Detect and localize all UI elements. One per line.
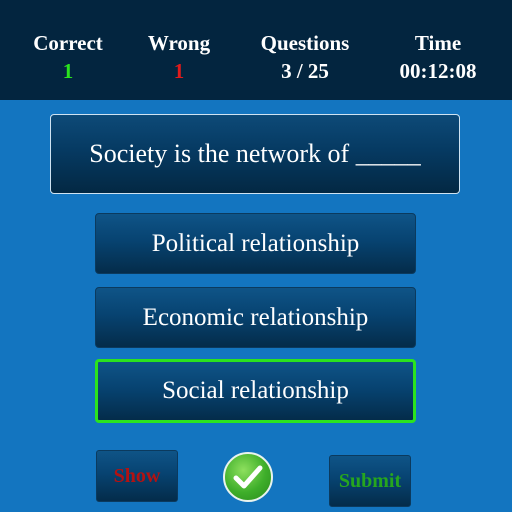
time-value: 00:12:08 (399, 59, 477, 83)
correct-count: 1 (62, 59, 74, 83)
show-answer-button[interactable]: Show (96, 450, 178, 502)
stat-wrong: Wrong 1 (119, 30, 239, 86)
option-social-selected[interactable]: Social relationship (95, 359, 416, 423)
wrong-label: Wrong (147, 31, 211, 55)
questions-label: Questions (260, 31, 350, 55)
submit-button-label: Submit (338, 469, 402, 492)
question-box: Society is the network of _____ (50, 114, 460, 194)
stat-time: Time 00:12:08 (378, 30, 498, 86)
wrong-count: 1 (173, 59, 185, 83)
correct-label: Correct (33, 31, 103, 55)
checkmark-glyph (233, 465, 263, 489)
questions-progress: 3 / 25 (281, 59, 329, 83)
option-label: Economic relationship (142, 303, 369, 331)
stat-questions: Questions 3 / 25 (245, 30, 365, 86)
stats-header: Correct 1 Wrong 1 Questions 3 / 25 Time … (0, 0, 512, 100)
show-button-label: Show (113, 464, 161, 487)
time-label: Time (414, 31, 462, 55)
option-label: Political relationship (151, 229, 360, 257)
checkmark-icon[interactable] (223, 452, 273, 502)
option-economic[interactable]: Economic relationship (95, 287, 416, 348)
option-political[interactable]: Political relationship (95, 213, 416, 274)
stat-correct: Correct 1 (8, 30, 128, 86)
option-label: Social relationship (162, 377, 349, 404)
question-text: Society is the network of _____ (89, 139, 421, 168)
submit-button[interactable]: Submit (329, 455, 411, 507)
